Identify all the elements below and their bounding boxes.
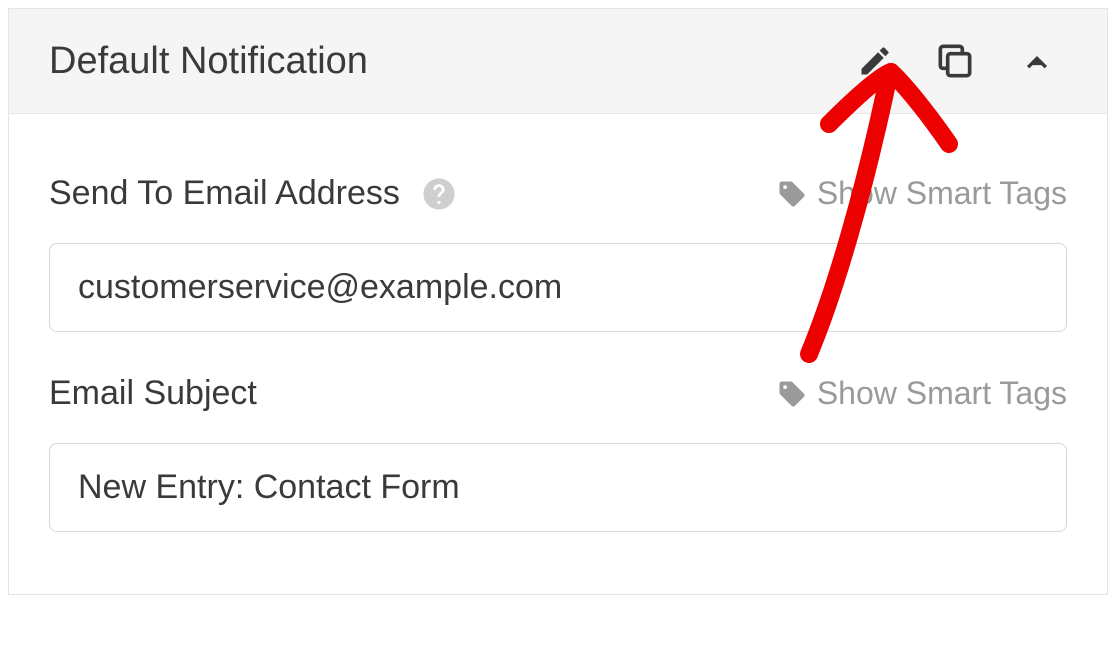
panel-header: Default Notification — [9, 9, 1107, 114]
pencil-icon — [857, 43, 893, 79]
send-to-label-text: Send To Email Address — [49, 174, 400, 213]
send-to-label: Send To Email Address — [49, 174, 456, 213]
subject-label: Email Subject — [49, 374, 257, 413]
subject-label-text: Email Subject — [49, 374, 257, 413]
panel-body: Send To Email Address Show Smart Tags — [9, 114, 1107, 594]
send-to-help[interactable] — [422, 177, 456, 211]
copy-icon — [933, 39, 977, 83]
tag-icon — [777, 379, 807, 409]
send-to-smart-tags-label: Show Smart Tags — [817, 175, 1067, 212]
panel-header-actions — [857, 39, 1057, 83]
subject-smart-tags-label: Show Smart Tags — [817, 375, 1067, 412]
send-to-input[interactable] — [49, 243, 1067, 332]
send-to-field-group: Send To Email Address Show Smart Tags — [49, 174, 1067, 332]
subject-label-row: Email Subject Show Smart Tags — [49, 374, 1067, 413]
help-icon — [422, 177, 456, 211]
panel-title: Default Notification — [49, 40, 857, 83]
chevron-up-icon — [1017, 41, 1057, 81]
edit-button[interactable] — [857, 43, 893, 79]
subject-field-group: Email Subject Show Smart Tags — [49, 374, 1067, 532]
subject-smart-tags[interactable]: Show Smart Tags — [777, 375, 1067, 412]
copy-button[interactable] — [933, 39, 977, 83]
send-to-smart-tags[interactable]: Show Smart Tags — [777, 175, 1067, 212]
notification-panel: Default Notification — [8, 8, 1108, 595]
subject-input[interactable] — [49, 443, 1067, 532]
collapse-button[interactable] — [1017, 41, 1057, 81]
send-to-label-row: Send To Email Address Show Smart Tags — [49, 174, 1067, 213]
tag-icon — [777, 179, 807, 209]
